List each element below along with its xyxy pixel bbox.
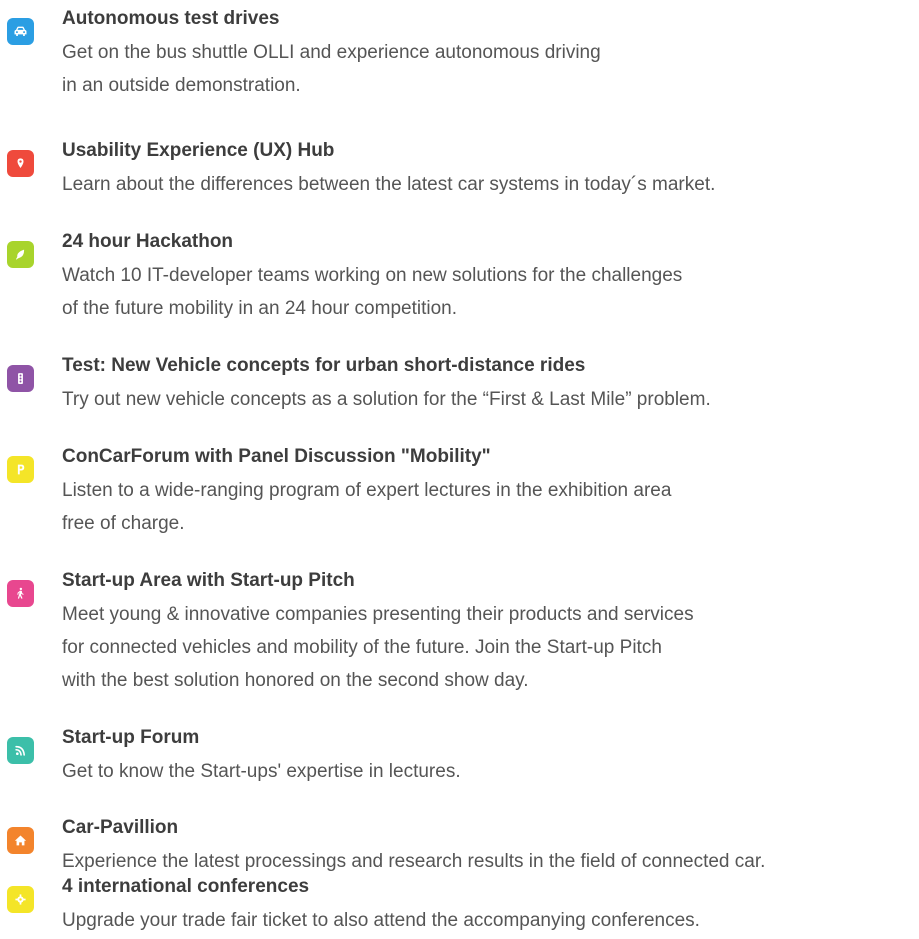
list-item-title: Start-up Forum [62, 727, 200, 748]
gear-icon [7, 886, 34, 913]
list-item-title: 24 hour Hackathon [62, 231, 234, 252]
list-item-description: Try out new vehicle concepts as a soluti… [62, 383, 919, 416]
list-item-title: Test: New Vehicle concepts for urban sho… [62, 355, 586, 376]
parking-icon [7, 456, 34, 483]
description-line: in an outside demonstration. [62, 75, 301, 96]
list-item-description: Upgrade your trade fair ticket to also a… [62, 904, 919, 937]
list-item-content: Start-up Area with Start-up Pitch Meet y… [62, 564, 919, 697]
list-item-content: Start-up Forum Get to know the Start-ups… [62, 721, 919, 788]
description-line: Get on the bus shuttle OLLI and experien… [62, 42, 601, 63]
description-line: for connected vehicles and mobility of t… [62, 637, 662, 658]
list-item-content: Test: New Vehicle concepts for urban sho… [62, 349, 919, 416]
list-item-title: 4 international conferences [62, 876, 310, 897]
list-item-title: Start-up Area with Start-up Pitch [62, 570, 355, 591]
description-line: Get to know the Start-ups' expertise in … [62, 761, 461, 782]
description-line: with the best solution honored on the se… [62, 670, 529, 691]
description-line: of the future mobility in an 24 hour com… [62, 298, 458, 319]
list-item-description: Learn about the differences between the … [62, 168, 919, 201]
description-line: Listen to a wide-ranging program of expe… [62, 480, 672, 501]
list-item-title: Usability Experience (UX) Hub [62, 140, 335, 161]
list-item-content: Usability Experience (UX) Hub Learn abou… [62, 134, 919, 201]
description-line: Meet young & innovative companies presen… [62, 604, 694, 625]
list-item-content: 24 hour Hackathon Watch 10 IT-developer … [62, 225, 919, 325]
traffic-light-icon [7, 365, 34, 392]
list-item-content: 4 international conferences Upgrade your… [62, 870, 919, 937]
list-item-description: Get to know the Start-ups' expertise in … [62, 755, 919, 788]
list-item-title: ConCarForum with Panel Discussion "Mobil… [62, 446, 491, 467]
leaf-icon [7, 241, 34, 268]
car-icon [7, 18, 34, 45]
list-item-description: Watch 10 IT-developer teams working on n… [62, 259, 919, 325]
description-line: Upgrade your trade fair ticket to also a… [62, 910, 700, 931]
description-line: Try out new vehicle concepts as a soluti… [62, 389, 711, 410]
map-pin-icon [7, 150, 34, 177]
list-item-content: ConCarForum with Panel Discussion "Mobil… [62, 440, 919, 540]
rss-icon [7, 737, 34, 764]
list-item-title: Autonomous test drives [62, 8, 280, 29]
home-icon [7, 827, 34, 854]
list-item-description: Get on the bus shuttle OLLI and experien… [62, 36, 919, 102]
description-line: free of charge. [62, 513, 185, 534]
list-item-title: Car-Pavillion [62, 817, 179, 838]
description-line: Watch 10 IT-developer teams working on n… [62, 265, 683, 286]
list-item-description: Meet young & innovative companies presen… [62, 598, 919, 697]
list-item-description: Listen to a wide-ranging program of expe… [62, 474, 919, 540]
description-line: Learn about the differences between the … [62, 174, 716, 195]
pedestrian-icon [7, 580, 34, 607]
list-item-content: Car-Pavillion Experience the latest proc… [62, 811, 919, 878]
list-item-content: Autonomous test drives Get on the bus sh… [62, 2, 919, 102]
